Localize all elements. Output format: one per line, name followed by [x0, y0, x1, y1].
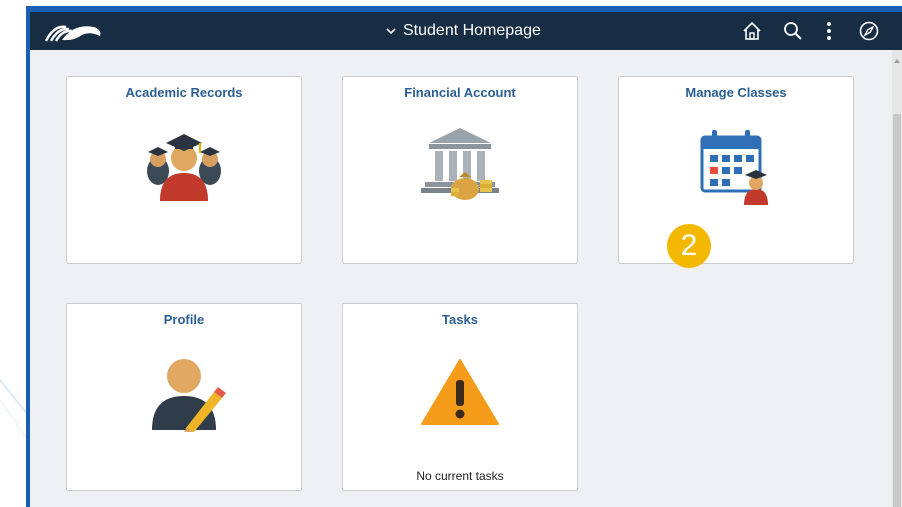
tile-financial-account[interactable]: Financial Account: [342, 76, 578, 264]
tile-title: Manage Classes: [685, 85, 787, 100]
chevron-down-icon: [386, 28, 396, 35]
bank-money-icon: [421, 128, 499, 200]
scroll-up-arrow-icon[interactable]: [892, 56, 902, 66]
user-edit-icon: [152, 359, 226, 432]
college-logo-icon[interactable]: [40, 19, 104, 45]
tasks-status-text: No current tasks: [416, 469, 504, 483]
tile-title: Tasks: [442, 312, 478, 327]
graduates-icon: [147, 134, 221, 201]
top-navigation-bar: Student Homepage: [30, 12, 902, 50]
actions-menu-icon[interactable]: [818, 20, 840, 42]
homepage-selector[interactable]: Student Homepage: [385, 12, 541, 50]
calendar-graduate-icon: [700, 130, 768, 205]
tile-academic-records[interactable]: Academic Records: [66, 76, 302, 264]
browser-frame: Student Homepage Academic Records Financ…: [26, 6, 902, 507]
tile-title: Profile: [163, 312, 205, 327]
tile-title: Financial Account: [404, 85, 516, 100]
vertical-scrollbar[interactable]: [892, 50, 902, 507]
home-icon[interactable]: [741, 20, 763, 42]
scrollbar-thumb[interactable]: [893, 114, 901, 507]
tile-title: Academic Records: [125, 85, 243, 100]
homepage-content: Academic Records Financial Account Manag…: [30, 50, 902, 507]
homepage-title: Student Homepage: [403, 22, 541, 39]
search-icon[interactable]: [782, 20, 804, 42]
tile-tasks[interactable]: Tasks No current tasks: [342, 303, 578, 491]
tile-manage-classes[interactable]: Manage Classes: [618, 76, 854, 264]
step-callout-badge: 2: [667, 224, 711, 268]
navbar-compass-icon[interactable]: [858, 20, 880, 42]
warning-icon: [421, 359, 499, 425]
tile-profile[interactable]: Profile: [66, 303, 302, 491]
